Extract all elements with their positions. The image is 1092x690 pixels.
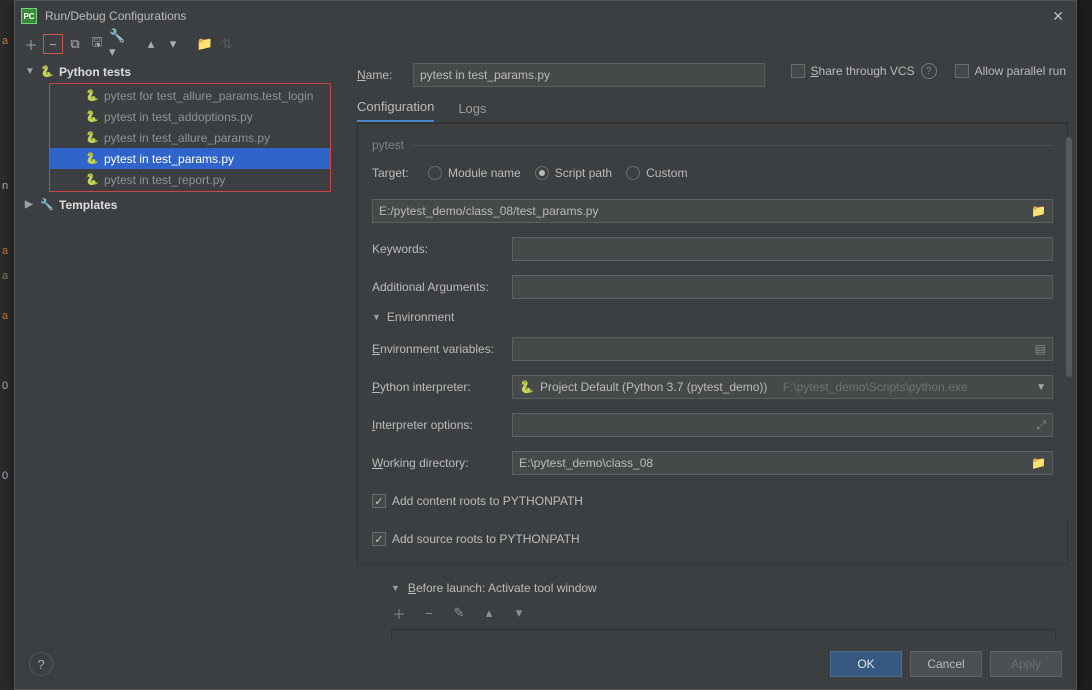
before-edit-button: ✎ [449,603,469,623]
target-custom-radio[interactable]: Custom [626,166,687,180]
expand-arrow-icon[interactable]: ▶ [25,199,39,210]
name-label: Name: [357,68,413,82]
interpreter-options-input[interactable]: ⤢ [512,413,1053,437]
save-config-button[interactable]: 🖫 [87,34,107,54]
tab-configuration[interactable]: Configuration [357,99,434,122]
pytest-icon: 🐍 [84,151,100,167]
pytest-icon: 🐍 [84,130,100,146]
interp-opts-label: Interpreter options: [372,418,512,432]
browse-icon[interactable]: 📁 [1031,204,1046,218]
form-tabs: Configuration Logs [357,95,1068,123]
additional-args-input[interactable] [512,275,1053,299]
wrench-dropdown-button[interactable]: 🔧▾ [109,34,129,54]
help-button[interactable]: ? [29,652,53,676]
pycharm-icon: PC [21,8,37,24]
interpreter-label: Python interpreter: [372,380,512,394]
run-debug-dialog: PC Run/Debug Configurations ✕ ＋ − ⧉ 🖫 🔧▾… [14,0,1077,690]
script-path-value: E:/pytest_demo/class_08/test_params.py [379,204,598,218]
copy-config-button[interactable]: ⧉ [65,34,85,54]
add-config-button[interactable]: ＋ [21,34,41,54]
share-vcs-checkbox[interactable]: Share through VCS? [791,63,937,79]
pytest-section-label: pytest [372,138,404,152]
sort-button: ⇅ [217,34,237,54]
pytest-icon: 🐍 [84,172,100,188]
add-content-roots-checkbox[interactable]: Add content roots to PYTHONPATH [372,494,583,508]
workdir-label: Working directory: [372,456,512,470]
tree-group-python-tests[interactable]: ▼ 🐍 Python tests [21,61,335,82]
before-remove-button: − [419,603,439,623]
close-icon[interactable]: ✕ [1046,6,1070,27]
browse-icon[interactable]: 📁 [1031,456,1046,470]
highlighted-config-group: 🐍pytest for test_allure_params.test_logi… [49,83,331,192]
working-directory-field[interactable]: E:\pytest_demo\class_08 📁 [512,451,1053,475]
editor-gutter: anaaa00 [0,0,14,690]
wrench-icon: 🔧 [39,197,55,213]
collapse-arrow-icon[interactable]: ▼ [372,312,381,322]
before-launch-tasks-empty: There are no tasks to run before launch [391,629,1056,639]
titlebar: PC Run/Debug Configurations ✕ [15,1,1076,31]
before-launch-header: Before launch: Activate tool window [408,581,597,595]
move-up-button[interactable]: ▴ [141,34,161,54]
list-icon[interactable]: ▤ [1035,342,1046,356]
target-script-radio[interactable]: Script path [535,166,612,180]
envvars-field[interactable]: ▤ [512,337,1053,361]
workdir-value: E:\pytest_demo\class_08 [519,456,653,470]
help-icon[interactable]: ? [921,63,937,79]
tree-group-label: Python tests [59,65,131,79]
env-header: Environment [387,310,454,324]
vertical-scrollbar[interactable] [1064,137,1074,519]
remove-config-button[interactable]: − [43,34,63,54]
python-icon: 🐍 [519,380,534,394]
cancel-button[interactable]: Cancel [910,651,982,677]
pytest-icon: 🐍 [84,109,100,125]
keywords-input[interactable] [512,237,1053,261]
ok-button[interactable]: OK [830,651,902,677]
target-module-radio[interactable]: Module name [428,166,521,180]
window-title: Run/Debug Configurations [45,9,1046,23]
allow-parallel-checkbox[interactable]: Allow parallel run [955,64,1066,78]
add-source-roots-checkbox[interactable]: Add source roots to PYTHONPATH [372,532,580,546]
tree-item-0[interactable]: 🐍pytest for test_allure_params.test_logi… [50,85,330,106]
script-path-field[interactable]: E:/pytest_demo/class_08/test_params.py 📁 [372,199,1053,223]
keywords-label: Keywords: [372,242,512,256]
expand-icon[interactable]: ⤢ [1036,418,1046,433]
move-down-button[interactable]: ▾ [163,34,183,54]
scrollbar-thumb[interactable] [1066,137,1072,377]
collapse-arrow-icon[interactable]: ▼ [391,583,400,593]
collapse-arrow-icon[interactable]: ▼ [25,66,39,77]
before-add-button[interactable]: ＋ [389,603,409,623]
config-form: Name: Share through VCS? Allow parallel … [335,57,1076,639]
folder-button[interactable]: 📁 [195,34,215,54]
python-tests-icon: 🐍 [39,64,55,80]
interpreter-combo[interactable]: 🐍Project Default (Python 3.7 (pytest_dem… [512,375,1053,399]
pytest-icon: 🐍 [84,88,100,104]
tree-item-4[interactable]: 🐍pytest in test_report.py [50,169,330,190]
config-tree[interactable]: ▼ 🐍 Python tests 🐍pytest for test_allure… [15,57,335,639]
config-toolbar: ＋ − ⧉ 🖫 🔧▾ ▴ ▾ 📁 ⇅ [15,31,1076,57]
tree-item-3[interactable]: 🐍pytest in test_params.py [50,148,330,169]
before-up-button: ▴ [479,603,499,623]
tree-item-2[interactable]: 🐍pytest in test_allure_params.py [50,127,330,148]
name-input[interactable] [413,63,765,87]
tree-templates[interactable]: ▶ 🔧 Templates [21,194,335,215]
tree-item-1[interactable]: 🐍pytest in test_addoptions.py [50,106,330,127]
tab-logs[interactable]: Logs [458,101,486,122]
chevron-down-icon: ▼ [1036,382,1046,393]
tree-templates-label: Templates [59,198,117,212]
envvars-label: Environment variables: [372,342,512,356]
apply-button[interactable]: Apply [990,651,1062,677]
before-down-button: ▾ [509,603,529,623]
dialog-footer: ? OK Cancel Apply [15,639,1076,689]
addargs-label: Additional Arguments: [372,280,512,294]
target-label: Target: [372,166,428,180]
